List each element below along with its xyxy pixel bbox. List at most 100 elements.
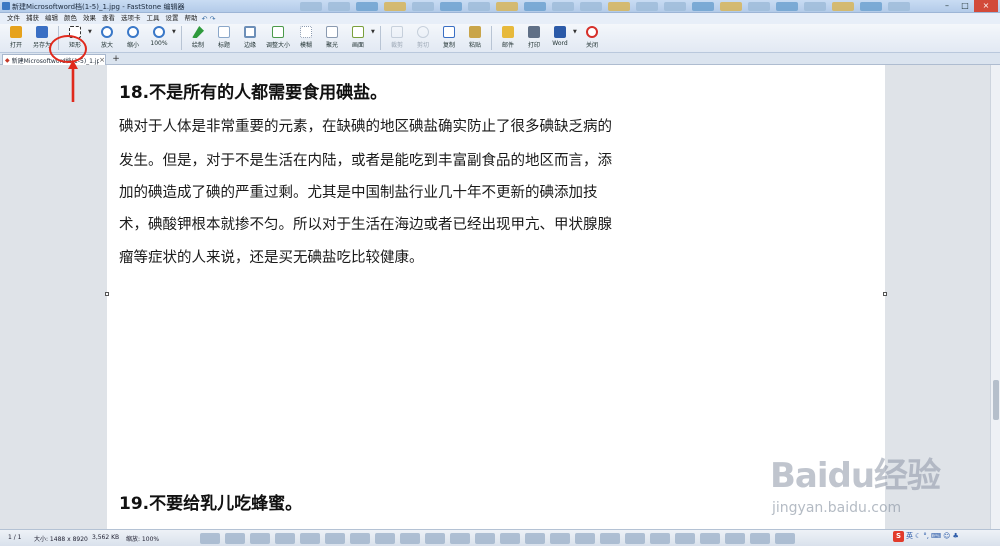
skin-icon[interactable]: ♣ <box>952 532 958 540</box>
draw-button[interactable]: 绘制 <box>185 24 211 52</box>
edge-button[interactable]: 边缘 <box>237 24 263 52</box>
punctuation-icon[interactable]: °, <box>923 532 929 540</box>
menu-bar: 文件 捕获 编辑 颜色 效果 查看 选项卡 工具 设置 帮助 ↶ ↷ <box>0 13 1000 24</box>
canvas-button[interactable]: 画面 <box>345 24 371 52</box>
spotlight-button[interactable]: 聚光 <box>319 24 345 52</box>
maximize-button[interactable]: □ <box>956 0 974 12</box>
page-indicator: 1 / 1 <box>8 534 22 541</box>
crop-label: 裁剪 <box>390 42 403 49</box>
edge-label: 边缘 <box>243 42 256 49</box>
open-button[interactable]: 打开 <box>3 24 29 52</box>
paste-icon <box>469 26 481 38</box>
menu-effects[interactable]: 效果 <box>80 13 99 24</box>
print-icon <box>528 26 540 38</box>
resize-handle-right[interactable] <box>883 292 887 296</box>
toolbar-separator <box>181 26 182 50</box>
crop-button[interactable]: 裁剪 <box>384 24 410 52</box>
toolbar-separator <box>491 26 492 50</box>
title-bar: 新建Microsoftword档(1-5)_1.jpg - FastStone … <box>0 0 1000 13</box>
cut-button[interactable]: 剪切 <box>410 24 436 52</box>
menu-settings[interactable]: 设置 <box>163 13 182 24</box>
print-button[interactable]: 打印 <box>521 24 547 52</box>
cut-label: 剪切 <box>416 42 429 49</box>
paste-label: 粘贴 <box>468 42 481 49</box>
window-title: 新建Microsoftword档(1-5)_1.jpg - FastStone … <box>12 3 185 11</box>
blur-label: 模糊 <box>299 42 312 49</box>
moon-icon[interactable]: ☾ <box>915 532 921 540</box>
taskbar-thumbnails <box>300 0 940 13</box>
word-icon <box>554 26 566 38</box>
word-button[interactable]: Word <box>547 24 573 52</box>
canvas-dropdown-arrow[interactable]: ▼ <box>371 29 377 35</box>
zoom-100-button[interactable]: 100% <box>146 24 172 52</box>
vertical-scrollbar[interactable] <box>990 65 1000 529</box>
open-label: 打开 <box>9 42 22 49</box>
close-label: 关闭 <box>585 42 598 49</box>
paste-button[interactable]: 粘贴 <box>462 24 488 52</box>
menu-file[interactable]: 文件 <box>4 13 23 24</box>
modified-dot-icon: ◆ <box>5 56 10 64</box>
menu-tools[interactable]: 工具 <box>144 13 163 24</box>
redo-icon[interactable]: ↷ <box>209 15 217 23</box>
zoom-in-label: 放大 <box>100 42 113 49</box>
document-tab-row: ◆ 新建Microsoftword档(1-5)_1.jpg × + <box>0 53 1000 65</box>
draw-icon <box>192 26 204 38</box>
file-size: 3,562 KB <box>92 534 120 541</box>
menu-view[interactable]: 查看 <box>99 13 118 24</box>
mail-button[interactable]: 邮件 <box>495 24 521 52</box>
scrollbar-thumb[interactable] <box>993 380 999 420</box>
print-label: 打印 <box>527 42 540 49</box>
copy-icon <box>443 26 455 38</box>
paragraph-line: 发生。但是，对于不是生活在内陆，或者是能吃到丰富副食品的地区而言，添 <box>119 153 612 169</box>
cut-icon <box>417 26 429 38</box>
document-heading-19: 19.不要给乳儿吃蜂蜜。 <box>119 494 303 514</box>
sogou-ime-icon[interactable]: S <box>893 530 904 542</box>
canvas-label: 画面 <box>351 42 364 49</box>
paragraph-line: 碘对于人体是非常重要的元素，在缺碘的地区碘盐确实防止了很多碘缺乏病的 <box>119 119 612 135</box>
close-power-icon <box>586 26 598 38</box>
paragraph-line: 瘤等症状的人来说，还是买无碘盐吃比较健康。 <box>119 250 424 266</box>
zoom-dropdown-arrow[interactable]: ▼ <box>172 29 178 35</box>
close-tab-icon[interactable]: × <box>99 56 105 64</box>
add-tab-button[interactable]: + <box>109 54 123 64</box>
caption-button[interactable]: 标题 <box>211 24 237 52</box>
zoom-level: 缩放: 100% <box>126 536 160 543</box>
blur-button[interactable]: 模糊 <box>293 24 319 52</box>
caption-icon <box>218 26 230 38</box>
toolbar-separator <box>380 26 381 50</box>
spotlight-icon <box>326 26 338 38</box>
toolbar: 打开 另存为 矩形 ▼ 放大 缩小 100% ▼ 绘制 标题 边缘 调整大小 模 <box>0 24 1000 53</box>
crop-icon <box>391 26 403 38</box>
caption-label: 标题 <box>217 42 230 49</box>
zoom-100-icon <box>153 26 165 38</box>
resize-button[interactable]: 调整大小 <box>263 24 293 52</box>
user-icon[interactable]: ☺ <box>943 532 950 540</box>
resize-icon <box>272 26 284 38</box>
menu-tabs[interactable]: 选项卡 <box>118 13 144 24</box>
edge-icon <box>244 26 256 38</box>
zoom-in-icon <box>101 26 113 38</box>
minimize-button[interactable]: – <box>938 0 956 12</box>
zoom-out-button[interactable]: 缩小 <box>120 24 146 52</box>
undo-icon[interactable]: ↶ <box>201 15 209 23</box>
menu-edit[interactable]: 编辑 <box>42 13 61 24</box>
spotlight-label: 聚光 <box>325 42 338 49</box>
resize-handle-left[interactable] <box>105 292 109 296</box>
draw-label: 绘制 <box>191 42 204 49</box>
ime-toolbar[interactable]: S 英 ☾ °, ⌨ ☺ ♣ <box>893 530 985 542</box>
taskbar-thumbnails-bottom <box>200 533 795 544</box>
menu-capture[interactable]: 捕获 <box>23 13 42 24</box>
blur-icon <box>300 26 312 38</box>
mail-icon <box>502 26 514 38</box>
ime-mode[interactable]: 英 <box>906 531 913 541</box>
copy-button[interactable]: 复制 <box>436 24 462 52</box>
menu-help[interactable]: 帮助 <box>182 13 201 24</box>
close-window-button[interactable]: × <box>974 0 998 12</box>
menu-color[interactable]: 颜色 <box>61 13 80 24</box>
keyboard-icon[interactable]: ⌨ <box>931 532 941 540</box>
zoom-in-button[interactable]: 放大 <box>94 24 120 52</box>
copy-label: 复制 <box>442 42 455 49</box>
close-button[interactable]: 关闭 <box>579 24 605 52</box>
mail-label: 邮件 <box>501 42 514 49</box>
paragraph-line: 加的碘造成了碘的严重过剩。尤其是中国制盐行业几十年不更新的碘添加技 <box>119 185 598 201</box>
